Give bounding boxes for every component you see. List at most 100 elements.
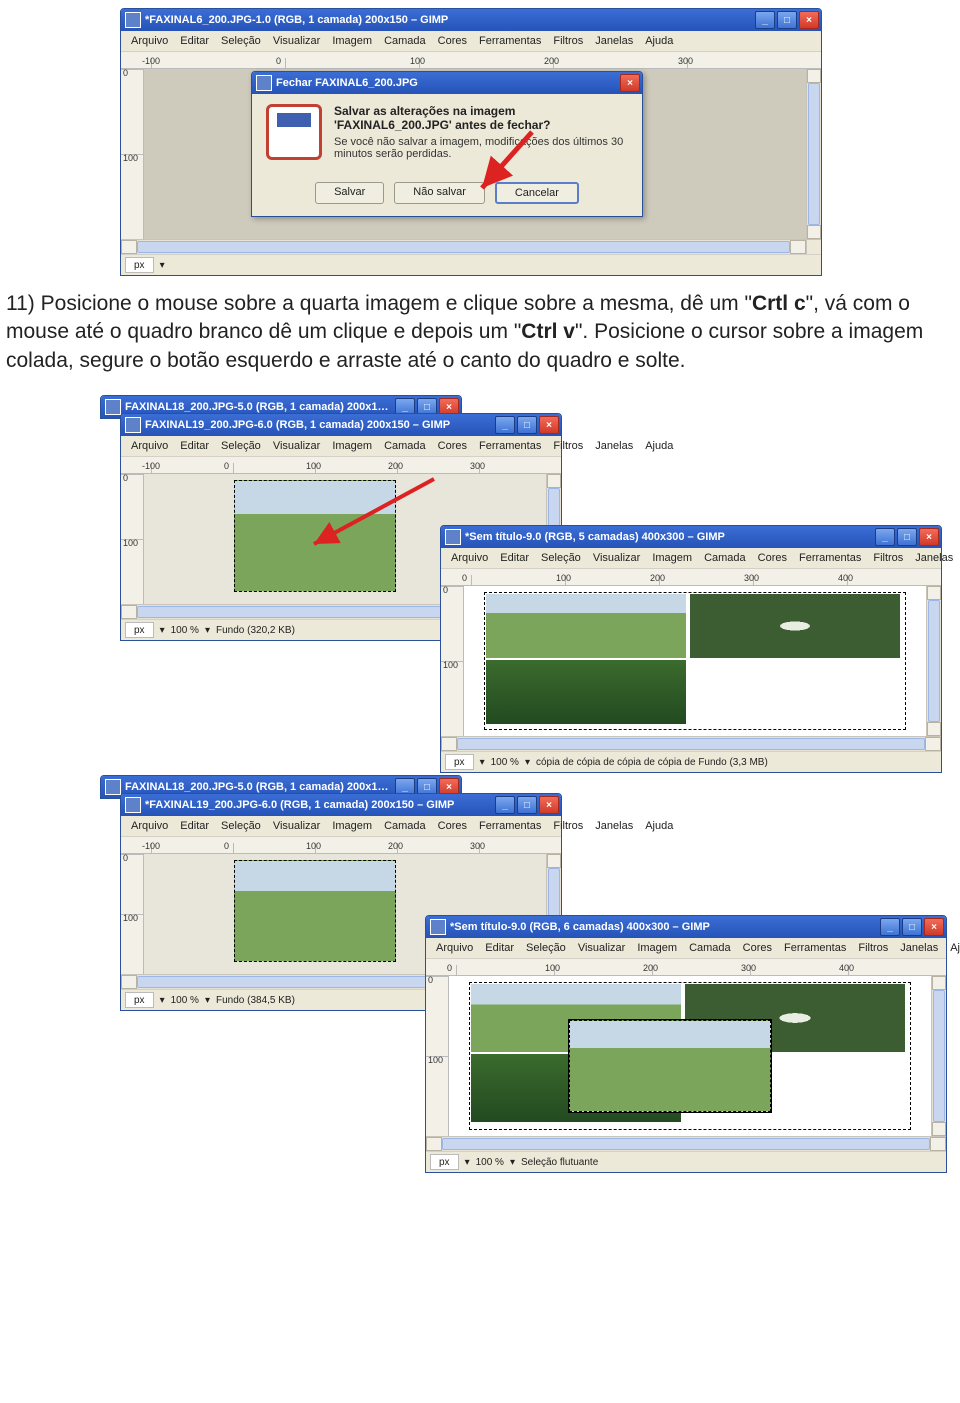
menu-item[interactable]: Ajuda [944, 941, 960, 955]
menu-item[interactable]: Imagem [631, 941, 683, 955]
menu-item[interactable]: Cores [737, 941, 778, 955]
scrollbar-horizontal[interactable] [426, 1136, 946, 1151]
minimize-button[interactable]: _ [875, 528, 895, 546]
menu-item[interactable]: Camada [378, 439, 432, 453]
menu-item[interactable]: Cores [432, 819, 473, 833]
scroll-thumb[interactable] [808, 83, 820, 225]
menu-item[interactable]: Imagem [326, 439, 378, 453]
unit-selector[interactable]: px [445, 754, 474, 770]
maximize-button[interactable]: □ [777, 11, 797, 29]
menu-visualizar[interactable]: Visualizar [267, 34, 327, 48]
scrollbar-horizontal[interactable] [121, 239, 821, 254]
maximize-button[interactable]: □ [902, 918, 922, 936]
menubar[interactable]: Arquivo Editar Seleção Visualizar Imagem… [121, 31, 821, 52]
scroll-left-button[interactable] [121, 240, 137, 254]
menu-item[interactable]: Ajuda [639, 439, 679, 453]
dialog-titlebar[interactable]: Fechar FAXINAL6_200.JPG × [252, 72, 642, 94]
scroll-up-button[interactable] [807, 69, 821, 83]
unit-selector[interactable]: px [125, 257, 154, 273]
chevron-down-icon[interactable]: ▾ [465, 1157, 470, 1168]
menu-item[interactable]: Cores [752, 551, 793, 565]
dont-save-button[interactable]: Não salvar [394, 182, 485, 204]
menu-item[interactable]: Arquivo [125, 819, 174, 833]
menu-item[interactable]: Filtros [547, 819, 589, 833]
close-button[interactable]: × [924, 918, 944, 936]
menu-selecao[interactable]: Seleção [215, 34, 267, 48]
menu-item[interactable]: Arquivo [430, 941, 479, 955]
chevron-down-icon[interactable]: ▾ [160, 995, 165, 1006]
scroll-down-button[interactable] [807, 225, 821, 239]
minimize-button[interactable]: _ [755, 11, 775, 29]
minimize-button[interactable]: _ [880, 918, 900, 936]
menu-item[interactable]: Imagem [326, 819, 378, 833]
menu-item[interactable]: Ajuda [639, 819, 679, 833]
titlebar[interactable]: *Sem título-9.0 (RGB, 5 camadas) 400x300… [441, 526, 941, 548]
menu-item[interactable]: Ferramentas [793, 551, 867, 565]
menu-item[interactable]: Visualizar [267, 819, 327, 833]
menu-item[interactable]: Filtros [547, 439, 589, 453]
menu-item[interactable]: Camada [698, 551, 752, 565]
canvas[interactable] [464, 586, 926, 736]
titlebar[interactable]: *FAXINAL19_200.JPG-6.0 (RGB, 1 camada) 2… [121, 794, 561, 816]
minimize-button[interactable]: _ [495, 416, 515, 434]
minimize-button[interactable]: _ [495, 796, 515, 814]
menubar[interactable]: Arquivo Editar Seleção Visualizar Imagem… [121, 436, 561, 457]
menu-item[interactable]: Visualizar [267, 439, 327, 453]
chevron-down-icon[interactable]: ▾ [480, 757, 485, 768]
menu-item[interactable]: Editar [174, 819, 215, 833]
cancel-button[interactable]: Cancelar [495, 182, 579, 204]
canvas[interactable] [449, 976, 931, 1136]
menu-item[interactable]: Ferramentas [473, 439, 547, 453]
menu-item[interactable]: Seleção [215, 439, 267, 453]
menu-imagem[interactable]: Imagem [326, 34, 378, 48]
scrollbar-vertical[interactable] [926, 586, 941, 736]
unit-selector[interactable]: px [430, 1154, 459, 1170]
chevron-down-icon[interactable]: ▾ [510, 1157, 515, 1168]
menu-item[interactable]: Arquivo [125, 439, 174, 453]
dialog-close-button[interactable]: × [620, 74, 640, 92]
menu-cores[interactable]: Cores [432, 34, 473, 48]
chevron-down-icon[interactable]: ▾ [205, 995, 210, 1006]
scroll-right-button[interactable] [790, 240, 806, 254]
menu-item[interactable]: Ferramentas [778, 941, 852, 955]
menubar[interactable]: Arquivo Editar Seleção Visualizar Imagem… [441, 548, 941, 569]
chevron-down-icon[interactable]: ▾ [525, 757, 530, 768]
menu-item[interactable]: Camada [683, 941, 737, 955]
menu-item[interactable]: Seleção [215, 819, 267, 833]
menu-editar[interactable]: Editar [174, 34, 215, 48]
menu-item[interactable]: Ferramentas [473, 819, 547, 833]
menu-item[interactable]: Imagem [646, 551, 698, 565]
menu-item[interactable]: Filtros [852, 941, 894, 955]
menu-camada[interactable]: Camada [378, 34, 432, 48]
close-button[interactable]: × [799, 11, 819, 29]
scrollbar-vertical[interactable] [806, 69, 821, 239]
menu-ferramentas[interactable]: Ferramentas [473, 34, 547, 48]
menu-item[interactable]: Janelas [589, 819, 639, 833]
maximize-button[interactable]: □ [897, 528, 917, 546]
menu-item[interactable]: Editar [494, 551, 535, 565]
close-button[interactable]: × [539, 796, 559, 814]
chevron-down-icon[interactable]: ▾ [160, 260, 165, 271]
floating-selection[interactable] [569, 1020, 771, 1112]
scrollbar-vertical[interactable] [931, 976, 946, 1136]
close-button[interactable]: × [919, 528, 939, 546]
menu-item[interactable]: Arquivo [445, 551, 494, 565]
menu-item[interactable]: Editar [479, 941, 520, 955]
menu-item[interactable]: Cores [432, 439, 473, 453]
menu-item[interactable]: Janelas [589, 439, 639, 453]
close-button[interactable]: × [539, 416, 559, 434]
menubar[interactable]: Arquivo Editar Seleção Visualizar Imagem… [121, 816, 561, 837]
save-button[interactable]: Salvar [315, 182, 384, 204]
titlebar[interactable]: *Sem título-9.0 (RGB, 6 camadas) 400x300… [426, 916, 946, 938]
scrollbar-horizontal[interactable] [441, 736, 941, 751]
menu-item[interactable]: Editar [174, 439, 215, 453]
titlebar[interactable]: *FAXINAL6_200.JPG-1.0 (RGB, 1 camada) 20… [121, 9, 821, 31]
menu-ajuda[interactable]: Ajuda [639, 34, 679, 48]
chevron-down-icon[interactable]: ▾ [205, 625, 210, 636]
menu-item[interactable]: Visualizar [587, 551, 647, 565]
scroll-thumb[interactable] [137, 241, 790, 253]
menu-filtros[interactable]: Filtros [547, 34, 589, 48]
menu-janelas[interactable]: Janelas [589, 34, 639, 48]
menu-item[interactable]: Visualizar [572, 941, 632, 955]
chevron-down-icon[interactable]: ▾ [160, 625, 165, 636]
